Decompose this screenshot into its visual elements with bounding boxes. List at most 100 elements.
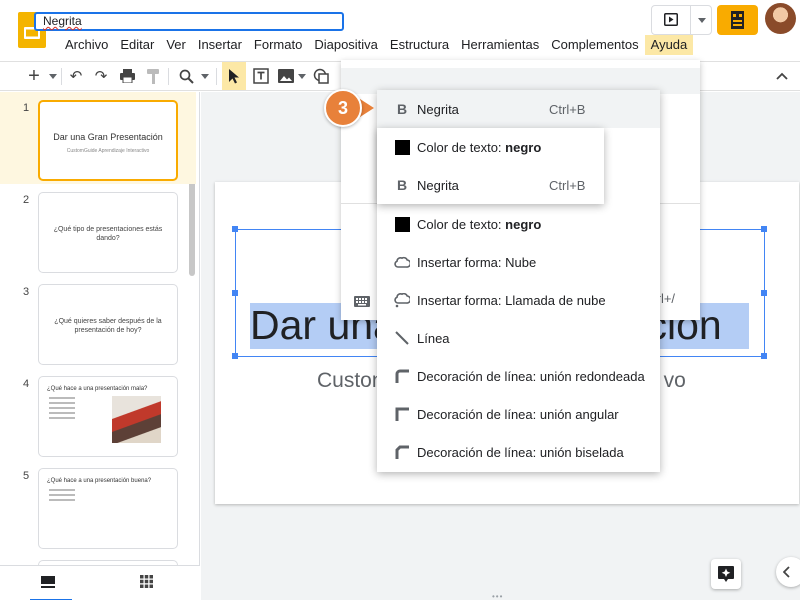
resize-handle[interactable] [761,290,767,296]
shape-icon[interactable] [310,62,332,90]
slide-thumbnail-row[interactable]: 1 Dar una Gran Presentación CustomGuide … [0,92,196,184]
present-separator [690,6,691,34]
menu-archivo[interactable]: Archivo [59,35,114,55]
share-lock-icon [731,11,744,29]
suggestion-item[interactable]: Decoración de línea: unión redondeada [377,357,660,395]
thumb-bullets [49,397,75,422]
menu-bar: Archivo Editar Ver Insertar Formato Diap… [59,35,694,55]
suggestion-label: Decoración de línea: unión angular [417,406,619,422]
thumb-subtitle: CustomGuide Aprendizaje Interactivo [66,148,150,154]
avatar[interactable] [765,3,796,34]
slide-thumbnail-row[interactable]: 4 ¿Qué hace a una presentación mala? [0,368,196,460]
text-color-icon [394,139,410,155]
slides-app: 05-ayuda ☆ Archivo Editar Ver Insertar F… [0,0,800,600]
line-icon [394,330,410,346]
thumb-photo [112,396,161,443]
slide-thumbnail-row[interactable]: 3 ¿Qué quieres saber después de la prese… [0,276,196,368]
chevron-left-icon [783,566,790,578]
menu-editar[interactable]: Editar [114,35,160,55]
slide-thumbnail[interactable]: Dar una Gran Presentación CustomGuide Ap… [38,100,178,181]
slide-thumbnail[interactable]: ¿Qué hace a una presentación buena? [38,468,178,549]
slide-number: 3 [23,286,30,298]
thumb-title: Dar una Gran Presentación [53,132,163,142]
image-caret[interactable] [297,62,307,90]
menu-ver[interactable]: Ver [160,35,192,55]
new-slide-icon[interactable]: + [24,62,44,90]
suggestion-item[interactable]: Línea [377,319,660,357]
menu-estructura[interactable]: Estructura [384,35,455,55]
slide-thumbnail[interactable]: ¿Qué tipo de presentaciones estás dando? [38,192,178,273]
suggestion-label: Negrita [417,177,459,193]
step-badge: 3 [324,89,362,127]
zoom-caret[interactable] [200,62,210,90]
redo-icon[interactable]: ↷ [91,62,111,90]
suggestion-label: Decoración de línea: unión redondeada [417,368,645,384]
resize-handle[interactable] [232,226,238,232]
suggestion-label: Línea [417,330,450,346]
print-icon[interactable] [117,62,137,90]
resize-handle[interactable] [232,353,238,359]
slide-thumbnail-row[interactable]: 5 ¿Qué hace a una presentación buena? [0,460,196,552]
menu-formato[interactable]: Formato [248,35,308,55]
slide-thumbnail-row[interactable] [0,552,196,570]
new-slide-caret[interactable] [48,62,58,90]
text-box-icon[interactable] [250,62,272,90]
slide-number: 2 [23,194,30,206]
slide-thumbnail[interactable]: ¿Qué hace a una presentación mala? [38,376,178,457]
list-view-icon[interactable] [41,576,55,588]
paint-format-icon[interactable] [143,62,163,90]
suggestion-item[interactable]: Insertar forma: Nube [377,243,660,281]
menu-insertar[interactable]: Insertar [192,35,248,55]
suggestion-item[interactable]: Color de texto: negro [377,205,660,243]
filmstrip-view-toggle [0,565,200,600]
slide-number: 4 [23,378,30,390]
suggestion-item[interactable]: B Negrita Ctrl+B [377,166,604,204]
suggestion-item[interactable]: Color de texto: negro [377,128,604,166]
step-pointer [360,99,374,117]
suggestion-item[interactable]: Decoración de línea: unión biselada [377,433,660,471]
suggestion-item[interactable]: B Negrita Ctrl+B [377,90,660,128]
zoom-icon[interactable] [176,62,196,90]
toolbar-divider [168,68,169,85]
grid-view-icon[interactable] [140,575,153,588]
help-search-input[interactable]: Negrita [34,12,344,31]
thumb-heading: ¿Qué hace a una presentación mala? [47,386,148,392]
side-panel-toggle[interactable] [776,557,800,587]
explore-button[interactable] [711,559,741,589]
present-icon [664,13,678,26]
image-icon[interactable] [275,62,297,90]
keyboard-icon [354,296,370,307]
resize-handle[interactable] [761,353,767,359]
resize-handle[interactable] [232,290,238,296]
suggestion-shortcut: Ctrl+B [549,177,586,193]
select-cursor-icon[interactable] [222,62,246,90]
line-join-icon [394,368,410,384]
line-join-icon [394,444,410,460]
chevron-down-icon[interactable] [698,18,706,23]
drag-handle[interactable]: ••• [492,592,503,600]
cloud-callout-icon [394,292,410,308]
collapse-toolbar-icon[interactable] [772,62,792,90]
explore-icon [718,566,734,582]
menu-ayuda[interactable]: Ayuda [644,35,694,55]
slide-thumbnail[interactable]: ¿Qué quieres saber después de la present… [38,284,178,365]
suggestion-item[interactable]: Decoración de línea: unión angular [377,395,660,433]
suggestion-label: Decoración de línea: unión biselada [417,444,624,460]
suggestion-item[interactable]: Insertar forma: Llamada de nube [377,281,660,319]
text-color-icon [394,216,410,232]
menu-complementos[interactable]: Complementos [545,35,644,55]
present-button[interactable] [651,5,712,35]
thumb-heading: ¿Qué hace a una presentación buena? [47,478,152,484]
resize-handle[interactable] [761,226,767,232]
menu-herramientas[interactable]: Herramientas [455,35,545,55]
cloud-shape-icon [394,254,410,270]
thumb-text: ¿Qué tipo de presentaciones estás dando? [53,226,163,242]
undo-icon[interactable]: ↶ [66,62,86,90]
suggestion-label: Insertar forma: Nube [417,254,537,270]
slide-thumbnail-row[interactable]: 2 ¿Qué tipo de presentaciones estás dand… [0,184,196,276]
thumb-text: ¿Qué quieres saber después de la present… [54,318,162,334]
menu-diapositiva[interactable]: Diapositiva [308,35,384,55]
search-query-text: Negrita [43,14,82,28]
slide-filmstrip: 1 Dar una Gran Presentación CustomGuide … [0,92,200,600]
share-button[interactable] [717,5,758,35]
